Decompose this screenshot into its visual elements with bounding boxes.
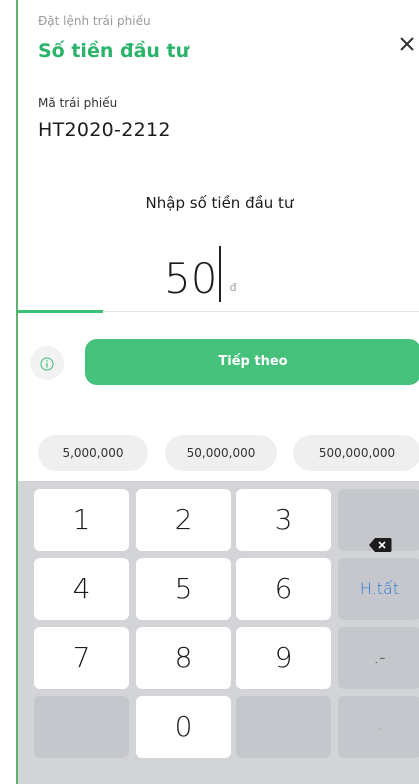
key-8[interactable]: 8 [136, 627, 231, 689]
done-key[interactable]: H.tất [338, 558, 419, 620]
bond-code-label: Mã trái phiếu [38, 96, 118, 110]
amount-value: 50 [164, 254, 218, 303]
quick-amount-chip[interactable]: 50,000,000 [165, 435, 277, 471]
backspace-key[interactable] [338, 489, 419, 552]
quick-amount-chip[interactable]: 5,000,000 [38, 435, 148, 471]
bond-code-value: HT2020-2212 [38, 119, 171, 141]
currency-unit: đ [229, 281, 237, 294]
key-4[interactable]: 4 [34, 558, 129, 620]
quick-amount-chip[interactable]: 500,000,000 [293, 435, 419, 471]
key-9[interactable]: 9 [236, 627, 331, 689]
numeric-keypad: 1 2 3 4 5 6 H.tất 7 8 9 .- 0 , [18, 481, 419, 784]
key-7[interactable]: 7 [34, 627, 129, 689]
key-6[interactable]: 6 [236, 558, 331, 620]
amount-field[interactable]: 50 đ [164, 246, 236, 302]
progress-fill [18, 310, 103, 313]
amount-prompt: Nhập số tiền đầu tư [145, 194, 294, 212]
action-bar: Tiếp theo [18, 330, 419, 390]
key-1[interactable]: 1 [34, 489, 129, 551]
order-screen: Đặt lệnh trái phiếu Số tiền đầu tư Mã tr… [16, 0, 419, 784]
quick-amounts: 5,000,000 50,000,000 500,000,000 [18, 435, 419, 475]
key-3[interactable]: 3 [236, 489, 331, 551]
info-icon[interactable] [30, 346, 64, 380]
key-0[interactable]: 0 [136, 696, 231, 758]
close-icon[interactable] [396, 33, 418, 55]
dot-minus-key[interactable]: .- [338, 627, 419, 689]
empty-key [34, 696, 129, 758]
comma-key[interactable]: , [338, 696, 419, 758]
breadcrumb: Đặt lệnh trái phiếu [38, 14, 151, 28]
page-title: Số tiền đầu tư [38, 40, 190, 62]
backspace-icon [368, 513, 392, 552]
empty-key [236, 696, 331, 758]
text-caret [219, 246, 222, 302]
next-button[interactable]: Tiếp theo [85, 339, 419, 385]
key-2[interactable]: 2 [136, 489, 231, 551]
key-5[interactable]: 5 [136, 558, 231, 620]
